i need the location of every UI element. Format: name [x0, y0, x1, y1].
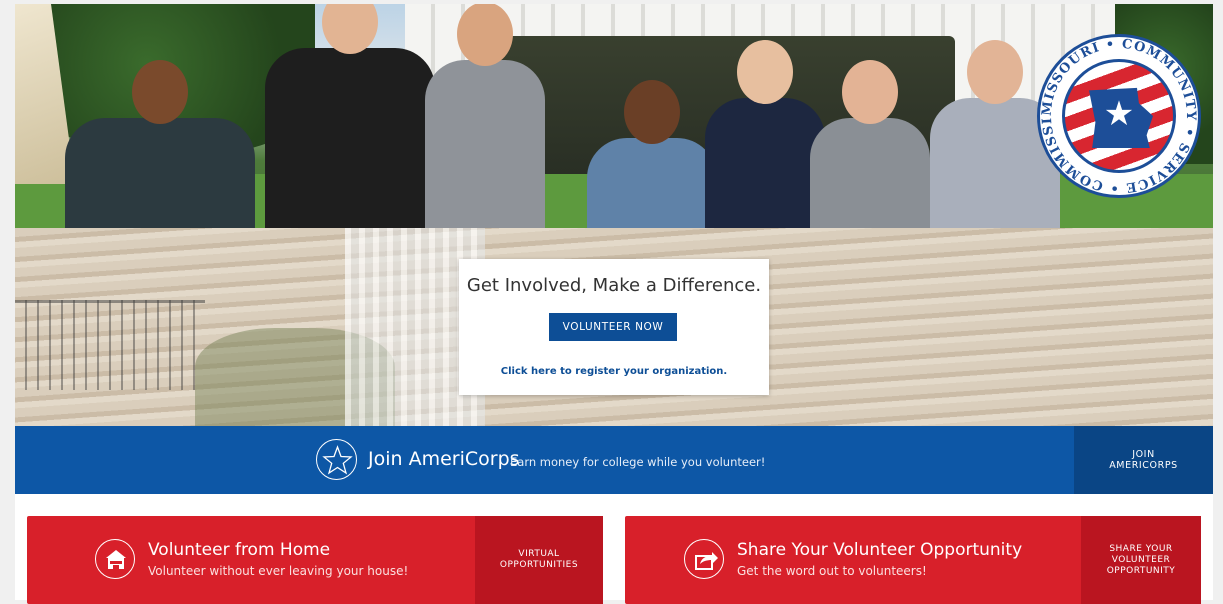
- share-icon: [684, 539, 724, 579]
- share-opportunity-card: Share Your Volunteer Opportunity Get the…: [625, 516, 1201, 604]
- cta-title: Get Involved, Make a Difference.: [466, 275, 762, 296]
- register-organization-link[interactable]: Click here to register your organization…: [459, 366, 769, 377]
- button-line: OPPORTUNITIES: [499, 560, 579, 570]
- join-americorps-button[interactable]: JOIN AMERICORPS: [1074, 426, 1213, 494]
- house-icon: [95, 539, 135, 579]
- volunteer-from-home-card: Volunteer from Home Volunteer without ev…: [27, 516, 603, 604]
- railing: [15, 300, 205, 390]
- volunteer-now-button[interactable]: VOLUNTEER NOW: [549, 313, 677, 341]
- flag-stripes: ★: [1062, 59, 1176, 173]
- button-line: VOLUNTEER: [1111, 554, 1171, 565]
- card-subtitle: Get the word out to volunteers!: [737, 564, 927, 578]
- button-line: VIRTUAL: [518, 549, 560, 559]
- volunteer-person: [705, 40, 825, 228]
- card-title: Volunteer from Home: [148, 540, 331, 560]
- virtual-opportunities-button[interactable]: VIRTUAL OPPORTUNITIES: [475, 516, 603, 604]
- americorps-subtitle: Earn money for college while you volunte…: [510, 455, 766, 469]
- americorps-bar: Join AmeriCorps Earn money for college w…: [15, 426, 1213, 494]
- volunteer-person: [587, 80, 717, 228]
- button-line: AMERICORPS: [1109, 460, 1178, 471]
- button-line: OPPORTUNITY: [1106, 565, 1176, 576]
- card-title: Share Your Volunteer Opportunity: [737, 540, 1023, 560]
- cta-card: Get Involved, Make a Difference. VOLUNTE…: [459, 259, 769, 395]
- star-icon: [316, 439, 357, 480]
- card-subtitle: Volunteer without ever leaving your hous…: [148, 564, 409, 578]
- share-opportunity-button[interactable]: SHARE YOUR VOLUNTEER OPPORTUNITY: [1081, 516, 1201, 604]
- hero-photo: MISSOURI • COMMUNITY • SERVICE • COMMISS…: [15, 4, 1213, 228]
- mcsc-logo[interactable]: MISSOURI • COMMUNITY • SERVICE • COMMISS…: [1037, 34, 1201, 198]
- button-line: SHARE YOUR: [1109, 543, 1173, 554]
- page: MISSOURI • COMMUNITY • SERVICE • COMMISS…: [15, 4, 1213, 604]
- button-line: JOIN: [1132, 449, 1155, 460]
- volunteer-person: [265, 4, 435, 228]
- americorps-title: Join AmeriCorps: [368, 448, 520, 470]
- volunteer-person: [810, 60, 930, 228]
- volunteer-person: [65, 60, 255, 228]
- volunteer-person: [425, 4, 545, 228]
- star-icon: ★: [1103, 94, 1135, 134]
